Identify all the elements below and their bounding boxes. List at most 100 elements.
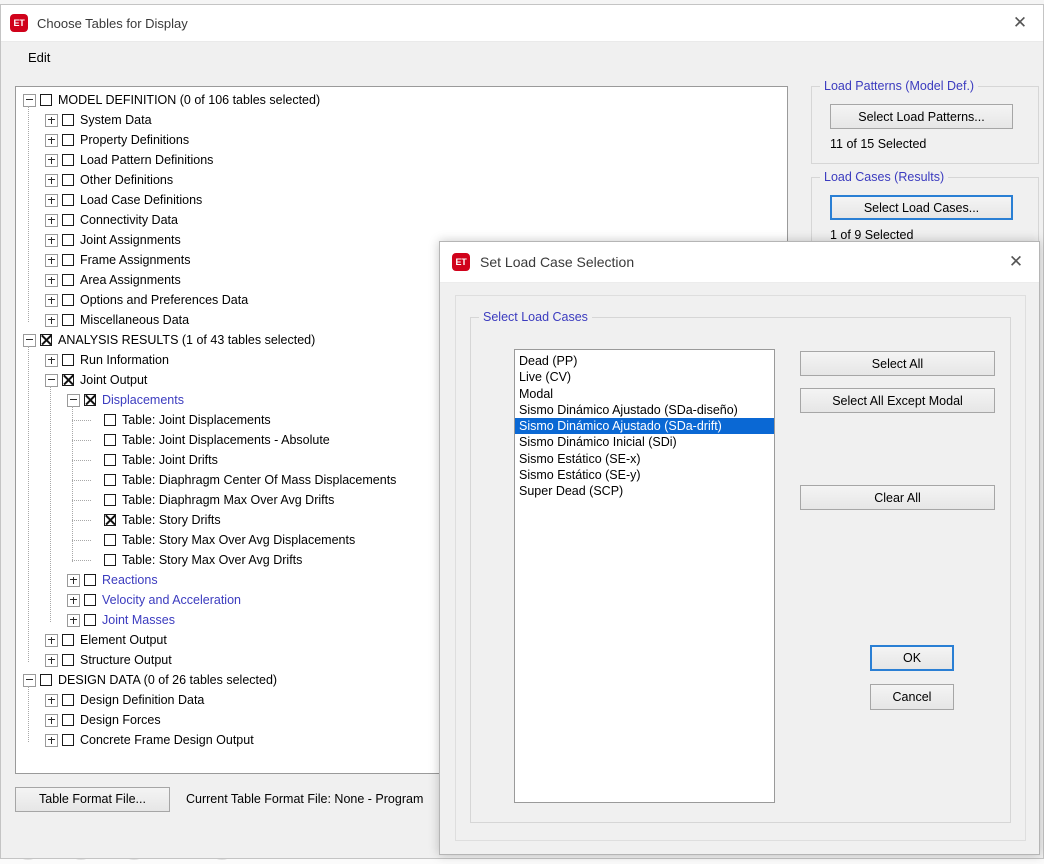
close-icon[interactable]: ✕ [993, 242, 1039, 282]
tree-row[interactable]: Joint Output [45, 370, 147, 390]
tree-row[interactable]: Table: Joint Displacements - Absolute [89, 430, 330, 450]
checkbox-unchecked[interactable] [104, 454, 116, 466]
tree-row[interactable]: Reactions [67, 570, 158, 590]
checkbox-unchecked[interactable] [62, 734, 74, 746]
collapse-icon[interactable] [23, 93, 36, 107]
tree-row[interactable]: Area Assignments [45, 270, 181, 290]
expand-icon[interactable] [45, 313, 58, 327]
tree-row[interactable]: Frame Assignments [45, 250, 190, 270]
checkbox-unchecked[interactable] [62, 634, 74, 646]
tree-row[interactable]: Table: Story Max Over Avg Drifts [89, 550, 302, 570]
tree-row[interactable]: MODEL DEFINITION (0 of 106 tables select… [23, 90, 320, 110]
tree-row[interactable]: Miscellaneous Data [45, 310, 189, 330]
expand-icon[interactable] [45, 133, 58, 147]
list-item[interactable]: Sismo Estático (SE-y) [515, 467, 774, 483]
expand-icon[interactable] [67, 613, 80, 627]
tree-row[interactable]: Load Pattern Definitions [45, 150, 213, 170]
checkbox-checked[interactable] [62, 374, 74, 386]
cancel-button[interactable]: Cancel [870, 684, 954, 710]
checkbox-unchecked[interactable] [62, 174, 74, 186]
expand-icon[interactable] [45, 713, 58, 727]
select-all-button[interactable]: Select All [800, 351, 995, 376]
tree-row[interactable]: Joint Assignments [45, 230, 181, 250]
select-all-except-modal-button[interactable]: Select All Except Modal [800, 388, 995, 413]
list-item[interactable]: Sismo Estático (SE-x) [515, 451, 774, 467]
checkbox-unchecked[interactable] [84, 614, 96, 626]
tree-row[interactable]: Element Output [45, 630, 167, 650]
checkbox-unchecked[interactable] [104, 554, 116, 566]
checkbox-unchecked[interactable] [62, 234, 74, 246]
checkbox-unchecked[interactable] [62, 114, 74, 126]
expand-icon[interactable] [45, 693, 58, 707]
tree-row[interactable]: Joint Masses [67, 610, 175, 630]
checkbox-unchecked[interactable] [62, 654, 74, 666]
load-cases-listbox[interactable]: Dead (PP) Live (CV) Modal Sismo Dinámico Aj… [514, 349, 775, 803]
tree-row[interactable]: Load Case Definitions [45, 190, 202, 210]
list-item[interactable]: Super Dead (SCP) [515, 483, 774, 499]
expand-icon[interactable] [45, 353, 58, 367]
collapse-icon[interactable] [45, 373, 58, 387]
expand-icon[interactable] [45, 233, 58, 247]
list-item[interactable]: Sismo Dinámico Inicial (SDi) [515, 434, 774, 450]
tree-row[interactable]: System Data [45, 110, 152, 130]
expand-icon[interactable] [67, 573, 80, 587]
tree-row[interactable]: Velocity and Acceleration [67, 590, 241, 610]
checkbox-unchecked[interactable] [40, 94, 52, 106]
expand-icon[interactable] [45, 153, 58, 167]
checkbox-unchecked[interactable] [62, 214, 74, 226]
checkbox-unchecked[interactable] [104, 414, 116, 426]
checkbox-unchecked[interactable] [104, 434, 116, 446]
tree-row[interactable]: ANALYSIS RESULTS (1 of 43 tables selecte… [23, 330, 315, 350]
checkbox-unchecked[interactable] [62, 314, 74, 326]
tree-row[interactable]: Structure Output [45, 650, 172, 670]
expand-icon[interactable] [45, 633, 58, 647]
checkbox-checked[interactable] [104, 514, 116, 526]
tree-row[interactable]: Concrete Frame Design Output [45, 730, 254, 750]
list-item[interactable]: Live (CV) [515, 369, 774, 385]
checkbox-unchecked[interactable] [40, 674, 52, 686]
expand-icon[interactable] [67, 593, 80, 607]
checkbox-unchecked[interactable] [104, 474, 116, 486]
checkbox-unchecked[interactable] [104, 494, 116, 506]
tree-row[interactable]: Connectivity Data [45, 210, 178, 230]
checkbox-unchecked[interactable] [62, 354, 74, 366]
tree-row[interactable]: Table: Story Drifts [89, 510, 221, 530]
collapse-icon[interactable] [23, 673, 36, 687]
list-item[interactable]: Dead (PP) [515, 353, 774, 369]
checkbox-unchecked[interactable] [62, 714, 74, 726]
tree-row[interactable]: Property Definitions [45, 130, 189, 150]
checkbox-unchecked[interactable] [62, 194, 74, 206]
tree-row[interactable]: Displacements [67, 390, 184, 410]
expand-icon[interactable] [45, 653, 58, 667]
expand-icon[interactable] [45, 733, 58, 747]
checkbox-checked[interactable] [84, 394, 96, 406]
select-load-patterns-button[interactable]: Select Load Patterns... [830, 104, 1013, 129]
expand-icon[interactable] [45, 293, 58, 307]
expand-icon[interactable] [45, 113, 58, 127]
checkbox-unchecked[interactable] [84, 574, 96, 586]
tree-row[interactable]: Table: Joint Displacements [89, 410, 271, 430]
expand-icon[interactable] [45, 193, 58, 207]
collapse-icon[interactable] [23, 333, 36, 347]
checkbox-unchecked[interactable] [84, 594, 96, 606]
tree-row[interactable]: Design Forces [45, 710, 161, 730]
collapse-icon[interactable] [67, 393, 80, 407]
menu-item-edit[interactable]: Edit [21, 48, 57, 67]
tree-row[interactable]: Table: Diaphragm Center Of Mass Displace… [89, 470, 396, 490]
select-load-cases-button[interactable]: Select Load Cases... [830, 195, 1013, 220]
expand-icon[interactable] [45, 253, 58, 267]
checkbox-unchecked[interactable] [62, 294, 74, 306]
checkbox-unchecked[interactable] [62, 154, 74, 166]
tree-row[interactable]: Run Information [45, 350, 169, 370]
close-icon[interactable]: ✕ [997, 5, 1043, 41]
tree-row[interactable]: Table: Story Max Over Avg Displacements [89, 530, 355, 550]
tree-row[interactable]: Design Definition Data [45, 690, 204, 710]
checkbox-unchecked[interactable] [62, 274, 74, 286]
checkbox-checked[interactable] [40, 334, 52, 346]
ok-button[interactable]: OK [870, 645, 954, 671]
list-item[interactable]: Sismo Dinámico Ajustado (SDa-diseño) [515, 402, 774, 418]
checkbox-unchecked[interactable] [62, 134, 74, 146]
tree-row[interactable]: DESIGN DATA (0 of 26 tables selected) [23, 670, 277, 690]
list-item[interactable]: Modal [515, 386, 774, 402]
checkbox-unchecked[interactable] [62, 254, 74, 266]
